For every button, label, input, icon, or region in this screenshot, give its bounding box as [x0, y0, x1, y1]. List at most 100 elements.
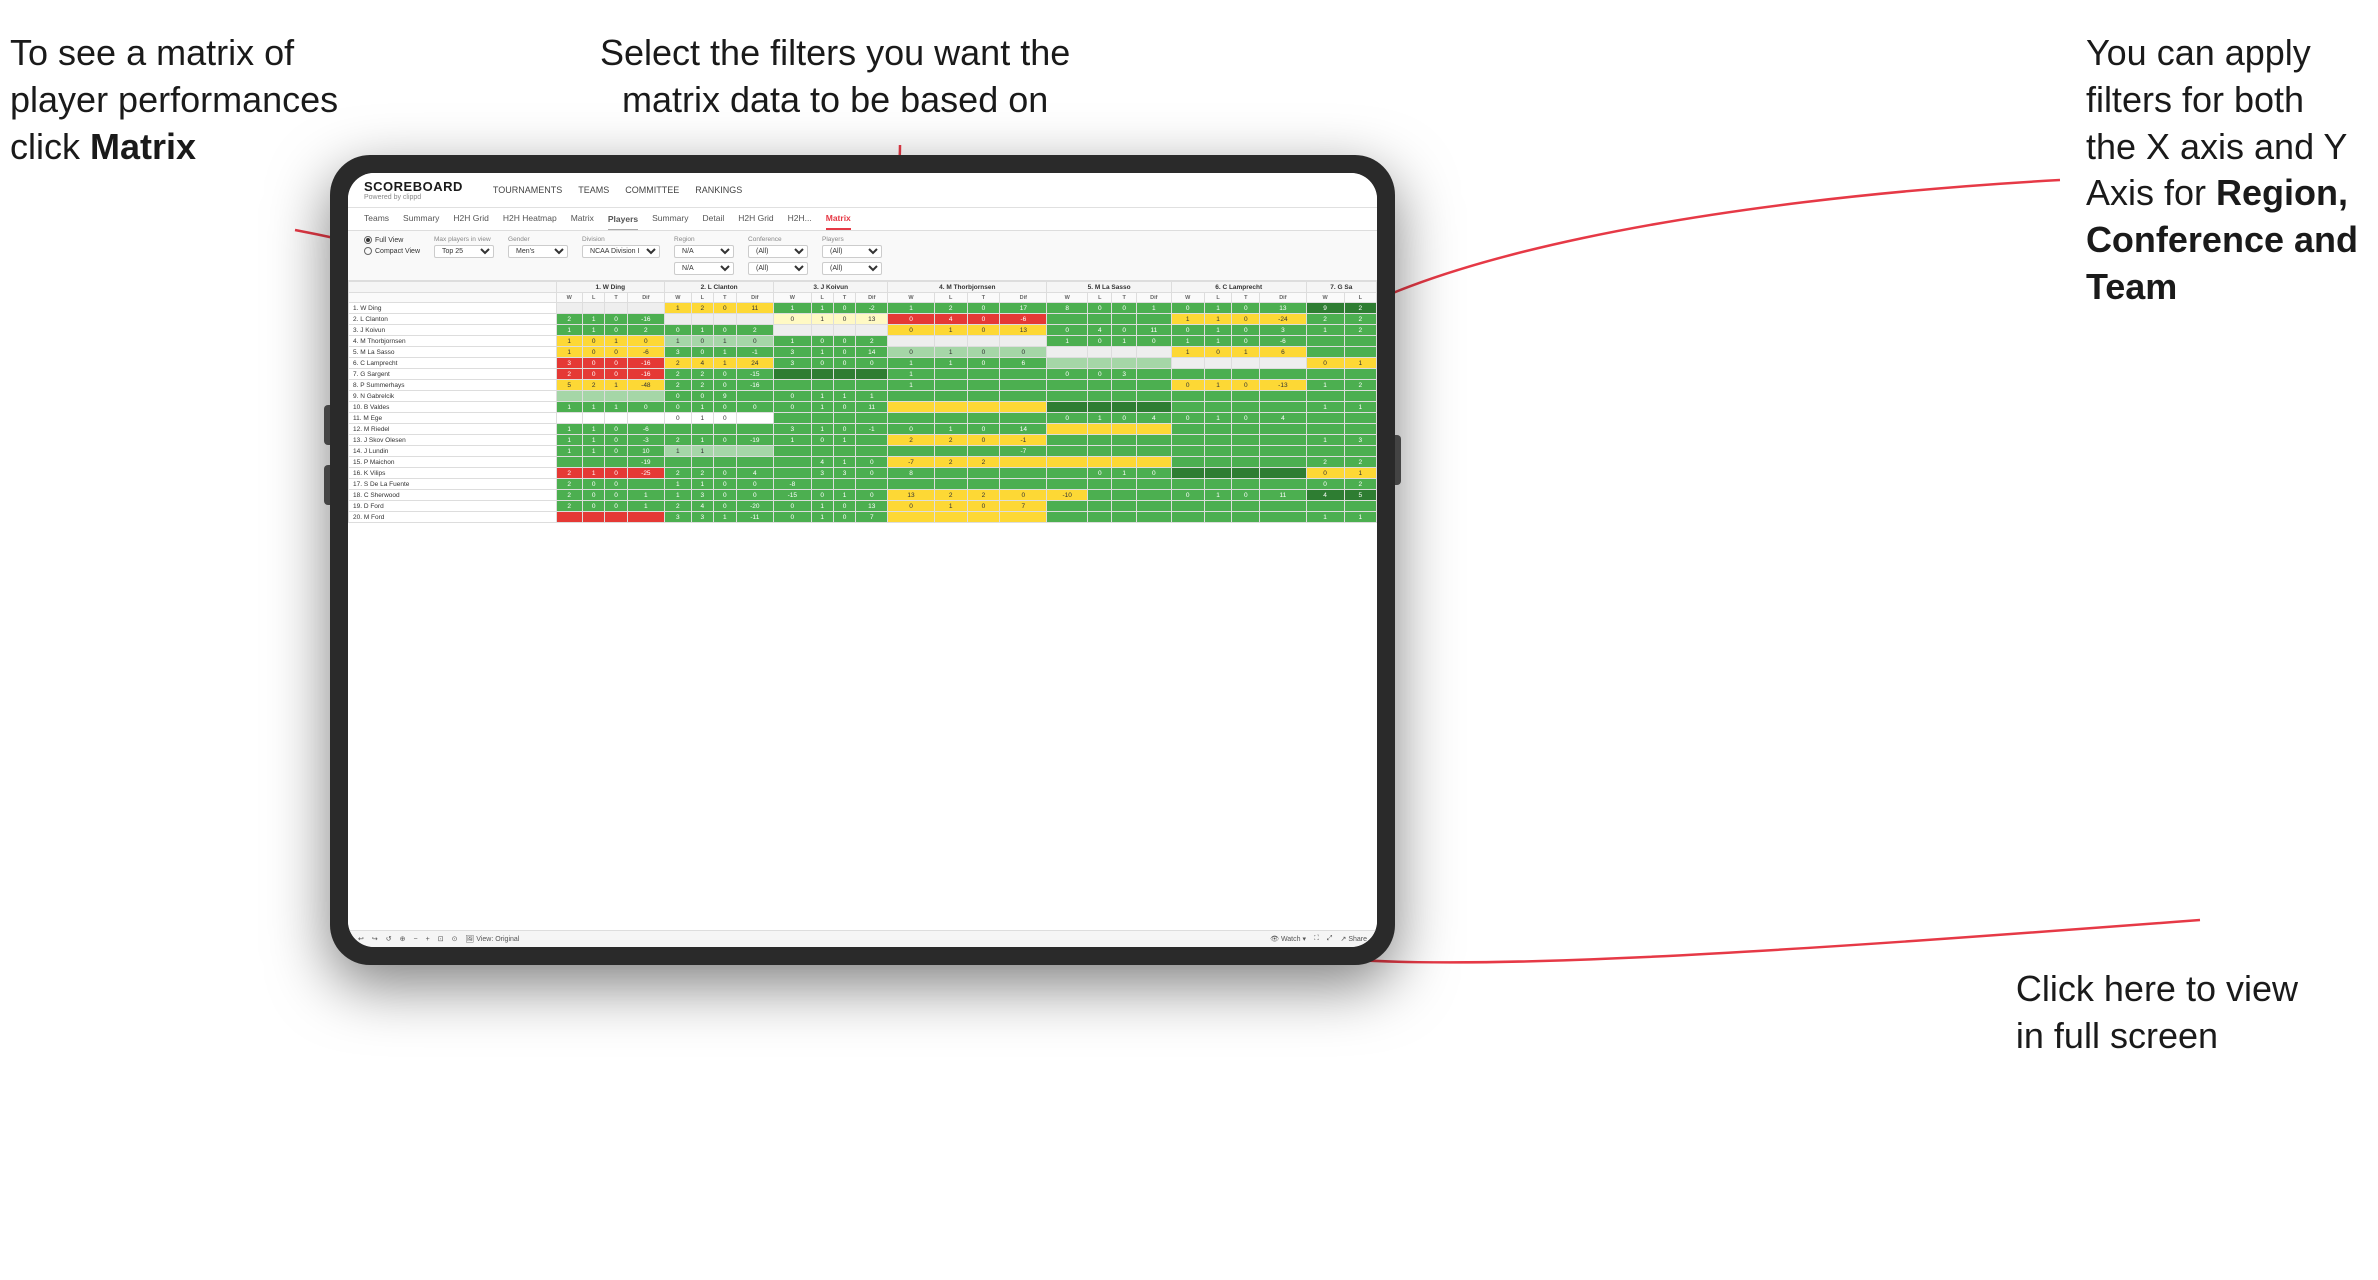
main-nav: TOURNAMENTS TEAMS COMMITTEE RANKINGS	[493, 183, 742, 197]
toolbar-redo[interactable]: ↪	[372, 935, 378, 943]
conference-select[interactable]: (All)	[748, 245, 808, 258]
toolbar-pointer[interactable]: ⊕	[400, 935, 406, 943]
region-select-2[interactable]: N/A	[674, 262, 734, 275]
toolbar-expand[interactable]: ⤢	[1327, 935, 1333, 943]
row-name-14: 14. J Lundin	[349, 446, 557, 457]
toolbar-zoom-out[interactable]: −	[414, 936, 418, 943]
row-name-4: 4. M Thorbjornsen	[349, 336, 557, 347]
sub-l1: L	[582, 293, 604, 303]
toolbar-watch[interactable]: 👁 Watch ▾	[1270, 935, 1306, 943]
region-label: Region	[674, 236, 734, 243]
sub-dif3: Dif	[856, 293, 888, 303]
table-row: 16. K Vilips 2 1 0 -25 2 2 0 4 3 3	[349, 468, 1377, 479]
radio-full-view[interactable]: Full View	[364, 236, 420, 244]
row-name-9: 9. N Gabrelcik	[349, 391, 557, 402]
table-row: 2. L Clanton 2 1 0 -16 0 1 0	[349, 314, 1377, 325]
sub-t5: T	[1112, 293, 1136, 303]
toolbar-view-original[interactable]: 🖼 View: Original	[465, 935, 519, 943]
nav-rankings[interactable]: RANKINGS	[695, 183, 742, 197]
annotation-bottom-right: Click here to view in full screen	[2016, 966, 2298, 1060]
nav-tournaments[interactable]: TOURNAMENTS	[493, 183, 562, 197]
tab-h2h-grid-2[interactable]: H2H Grid	[738, 208, 773, 230]
table-row: 17. S De La Fuente 2 0 0 1 1 0 0 -8	[349, 479, 1377, 490]
sub-l5: L	[1088, 293, 1112, 303]
toolbar-clock[interactable]: ⊙	[452, 935, 458, 943]
tablet-screen: SCOREBOARD Powered by clippd TOURNAMENTS…	[348, 173, 1377, 947]
nav-committee[interactable]: COMMITTEE	[625, 183, 679, 197]
tab-teams[interactable]: Teams	[364, 208, 389, 230]
logo-title: SCOREBOARD	[364, 179, 463, 194]
toolbar-refresh[interactable]: ↺	[386, 935, 392, 943]
table-row: 14. J Lundin 1 1 0 10 1 1	[349, 446, 1377, 457]
division-select[interactable]: NCAA Division I	[582, 245, 660, 258]
table-row: 19. D Ford 2 0 0 1 2 4 0 -20 0 1 0	[349, 501, 1377, 512]
players-select-2[interactable]: (All)	[822, 262, 882, 275]
sub-t2: T	[714, 293, 736, 303]
filter-bar: Full View Compact View Max players in vi…	[348, 231, 1377, 281]
sub-dif2: Dif	[736, 293, 774, 303]
table-row: 3. J Koivun 1 1 0 2 0 1 0 2	[349, 325, 1377, 336]
radio-compact-view[interactable]: Compact View	[364, 247, 420, 255]
table-row: 1. W Ding 1 2 0 11 1 1 0 -2	[349, 303, 1377, 314]
table-row: 9. N Gabrelcik 0 0 9 0 1 1	[349, 391, 1377, 402]
max-players-select[interactable]: Top 25	[434, 245, 494, 258]
nav-teams[interactable]: TEAMS	[578, 183, 609, 197]
filter-division: Division NCAA Division I	[582, 236, 660, 258]
row-name-16: 16. K Vilips	[349, 468, 557, 479]
sub-w5: W	[1047, 293, 1088, 303]
max-players-label: Max players in view	[434, 236, 494, 243]
region-select[interactable]: N/A	[674, 245, 734, 258]
sub-dif4: Dif	[1000, 293, 1047, 303]
matrix-container[interactable]: 1. W Ding 2. L Clanton 3. J Koivun 4. M …	[348, 281, 1377, 930]
row-name-8: 8. P Summerhays	[349, 380, 557, 391]
players-label: Players	[822, 236, 882, 243]
sub-w1: W	[556, 293, 582, 303]
tab-players[interactable]: Players	[608, 209, 638, 230]
filter-players: Players (All) (All)	[822, 236, 882, 275]
players-select[interactable]: (All)	[822, 245, 882, 258]
tab-h2h-heatmap[interactable]: H2H Heatmap	[503, 208, 557, 230]
row-name-12: 12. M Riedel	[349, 424, 557, 435]
sub-l3: L	[811, 293, 833, 303]
sub-w7: W	[1306, 293, 1344, 303]
gender-label: Gender	[508, 236, 568, 243]
table-row: 13. J Skov Olesen 1 1 0 -3 2 1 0 -19 1 0…	[349, 435, 1377, 446]
sub-t1: T	[605, 293, 627, 303]
toolbar-zoom-in[interactable]: +	[426, 936, 430, 943]
tab-detail[interactable]: Detail	[702, 208, 724, 230]
view-options: Full View Compact View	[364, 236, 420, 255]
col-header-1: 1. W Ding	[556, 282, 665, 293]
sub-w2: W	[665, 293, 692, 303]
row-name-11: 11. M Ege	[349, 413, 557, 424]
matrix-table: 1. W Ding 2. L Clanton 3. J Koivun 4. M …	[348, 281, 1377, 523]
row-name-20: 20. M Ford	[349, 512, 557, 523]
tab-summary-2[interactable]: Summary	[652, 208, 688, 230]
toolbar-undo[interactable]: ↩	[358, 935, 364, 943]
toolbar-fit[interactable]: ⊡	[438, 935, 444, 943]
sub-t6: T	[1232, 293, 1260, 303]
table-row: 8. P Summerhays 5 2 1 -48 2 2 0 -16	[349, 380, 1377, 391]
sub-l6: L	[1204, 293, 1232, 303]
table-row: 11. M Ege 0 1 0	[349, 413, 1377, 424]
tab-h2h-2[interactable]: H2H...	[788, 208, 812, 230]
col-header-5: 5. M La Sasso	[1047, 282, 1171, 293]
filter-max-players: Max players in view Top 25	[434, 236, 494, 258]
tab-matrix-1[interactable]: Matrix	[571, 208, 594, 230]
table-row: 15. P Maichon -19 4 1 0	[349, 457, 1377, 468]
tab-h2h-grid[interactable]: H2H Grid	[453, 208, 488, 230]
conference-label: Conference	[748, 236, 808, 243]
toolbar-left: ↩ ↪ ↺ ⊕ − + ⊡ ⊙ 🖼 View: Original	[358, 935, 519, 943]
col-header-name	[349, 282, 557, 293]
app-header: SCOREBOARD Powered by clippd TOURNAMENTS…	[348, 173, 1377, 208]
sub-l2: L	[691, 293, 713, 303]
tab-matrix-active[interactable]: Matrix	[826, 208, 851, 230]
gender-select[interactable]: Men's	[508, 245, 568, 258]
toolbar-right: 👁 Watch ▾ ⛶ ⤢ ↗ Share	[1270, 935, 1367, 943]
tablet-device: SCOREBOARD Powered by clippd TOURNAMENTS…	[330, 155, 1395, 965]
toolbar-share[interactable]: ↗ Share	[1341, 935, 1368, 943]
tab-summary[interactable]: Summary	[403, 208, 439, 230]
conference-select-2[interactable]: (All)	[748, 262, 808, 275]
annotation-top-left: To see a matrix of player performances c…	[10, 30, 338, 170]
toolbar-fullscreen[interactable]: ⛶	[1314, 935, 1319, 943]
table-row: 18. C Sherwood 2 0 0 1 1 3 0 0 -15 0 1	[349, 490, 1377, 501]
